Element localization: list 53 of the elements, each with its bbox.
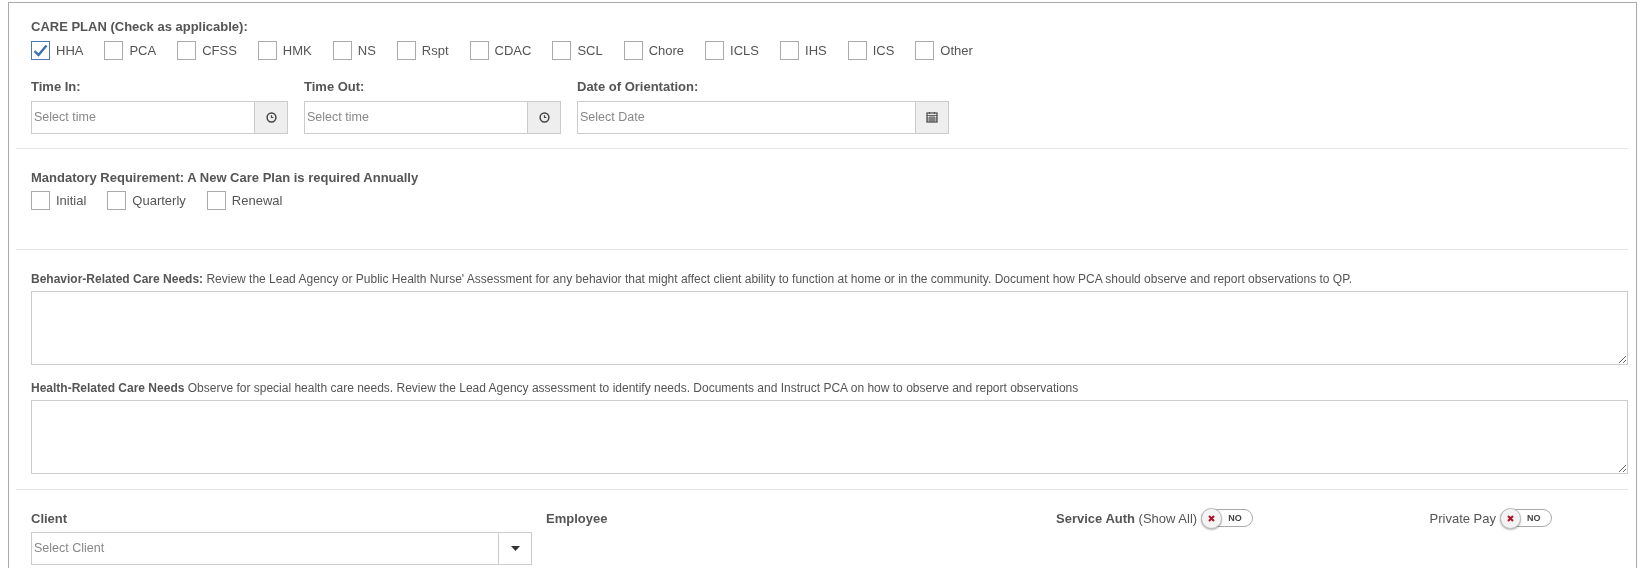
checkbox[interactable] bbox=[257, 40, 277, 60]
checkbox-label: Quarterly bbox=[132, 192, 186, 210]
checkbox-label: ICLS bbox=[730, 41, 759, 60]
checkbox[interactable] bbox=[177, 40, 197, 60]
close-icon bbox=[1208, 515, 1216, 523]
checkbox-label: ICS bbox=[872, 41, 895, 60]
checkbox-label: CFSS bbox=[202, 41, 237, 60]
field-label: Time In: bbox=[31, 78, 82, 96]
checkbox[interactable] bbox=[915, 40, 935, 60]
checkbox-label: Initial bbox=[56, 192, 87, 210]
section-title: CARE PLAN (Check as applicable): bbox=[31, 18, 249, 36]
checkbox-label: Renewal bbox=[231, 192, 283, 210]
checkbox-label: PCA bbox=[129, 41, 157, 60]
text-area[interactable] bbox=[31, 290, 1628, 365]
field-label: Time Out: bbox=[304, 78, 366, 96]
field-label: Date of Orientation: bbox=[577, 78, 700, 96]
checkbox[interactable] bbox=[104, 40, 124, 60]
toggle-label: Service Auth (Show All) bbox=[1056, 509, 1198, 528]
section-title: Mandatory Requirement: A New Care Plan is required Annually bbox=[31, 168, 420, 187]
checkbox[interactable] bbox=[705, 40, 725, 60]
checkbox[interactable] bbox=[31, 191, 50, 211]
time-field[interactable]: Select time bbox=[31, 100, 288, 134]
field-label: Employee bbox=[546, 509, 609, 528]
toggle-label: Private Pay bbox=[1429, 509, 1496, 528]
clock-icon bbox=[538, 111, 550, 123]
field-label: Client bbox=[31, 509, 69, 528]
checkbox[interactable] bbox=[780, 40, 799, 60]
checkbox[interactable] bbox=[332, 40, 352, 60]
checkbox[interactable] bbox=[623, 40, 643, 60]
field-label: Behavior-Related Care Needs: Review the Lead Agency or Public Health Nurse' Assessment for any behavior that might affect client ability to function at home or in the community. Document how PCA should observe and report observations to QP. bbox=[31, 270, 1353, 288]
caret-icon bbox=[510, 546, 520, 551]
checkbox[interactable] bbox=[847, 40, 867, 60]
checkbox-label: CDAC bbox=[494, 41, 532, 60]
checkbox-label: SCL bbox=[577, 41, 603, 60]
checkbox[interactable] bbox=[31, 40, 50, 60]
calendar-icon bbox=[926, 111, 938, 123]
checkbox-label: Chore bbox=[648, 41, 685, 60]
clock-icon bbox=[265, 111, 277, 123]
checkbox-label: Other bbox=[940, 41, 973, 60]
text-area[interactable] bbox=[31, 399, 1628, 474]
checkbox[interactable] bbox=[107, 191, 127, 211]
field-label: Health-Related Care Needs Observe for special health care needs. Review the Lead Agency assessment to identify needs. Documents and Instruct PCA on how to observe and report observations bbox=[31, 379, 1080, 397]
checkbox-label: NS bbox=[357, 41, 376, 60]
checkbox-label: Rspt bbox=[421, 41, 449, 60]
checkbox[interactable] bbox=[396, 40, 416, 60]
close-icon bbox=[1507, 515, 1514, 523]
time-field[interactable]: Select time bbox=[304, 100, 561, 134]
checkbox[interactable] bbox=[206, 191, 226, 211]
checkbox[interactable] bbox=[469, 40, 489, 60]
checkbox-label: HHA bbox=[56, 41, 84, 60]
checkbox-label: HMK bbox=[282, 41, 312, 60]
checkbox-label: IHS bbox=[805, 41, 827, 60]
checkbox[interactable] bbox=[552, 40, 572, 60]
